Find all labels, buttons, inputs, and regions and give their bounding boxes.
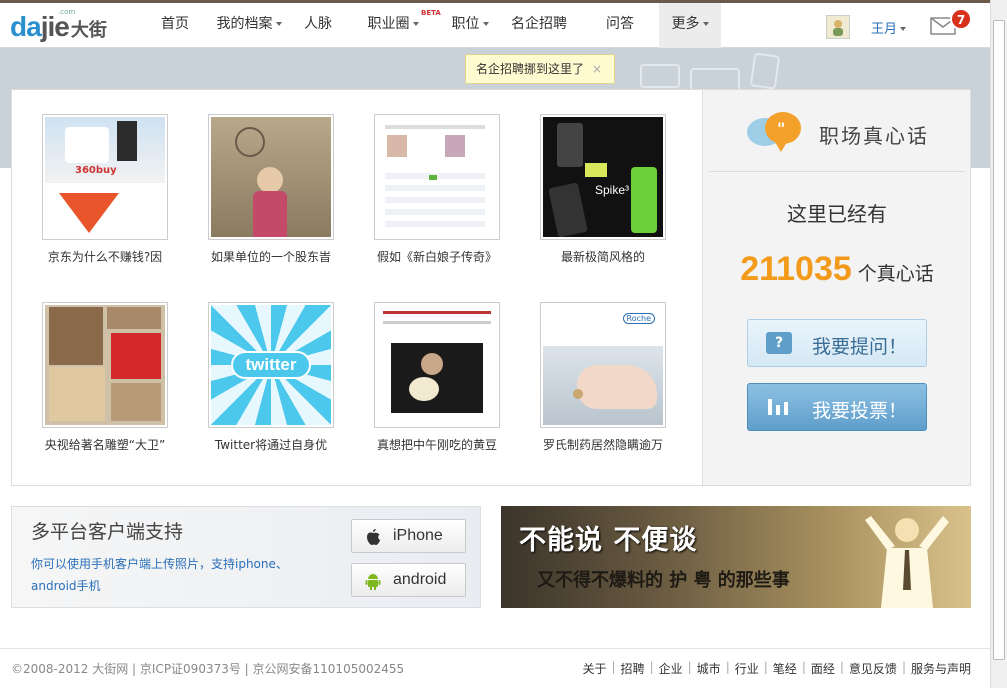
- heart-count-number: 211035: [740, 250, 852, 288]
- nav-item-home[interactable]: 首页: [145, 3, 205, 48]
- bar-chart-icon: [768, 399, 788, 415]
- twitter-logo: twitter: [231, 351, 311, 379]
- question-icon: ?: [766, 332, 792, 354]
- footer-link-industries[interactable]: 行业: [735, 660, 759, 677]
- decor-shape: [749, 52, 781, 90]
- decor-shape: [640, 64, 680, 88]
- footer: ©2008-2012 大街网 | 京ICP证090373号 | 京公网安备110…: [0, 648, 990, 688]
- heart-talk-title: 职场真心话: [819, 124, 929, 148]
- photo-caption[interactable]: 如果单位的一个股东旹: [196, 248, 346, 265]
- chevron-down-icon: [412, 22, 419, 26]
- android-button[interactable]: android: [351, 563, 466, 597]
- avatar[interactable]: [826, 15, 850, 39]
- nav-item-qa[interactable]: 问答: [581, 3, 659, 48]
- apple-icon: [367, 529, 380, 545]
- close-icon[interactable]: ×: [592, 55, 602, 83]
- photo-thumbnail[interactable]: twitter: [208, 302, 334, 428]
- photo-card[interactable]: 真想把中午刚吃的黄豆: [362, 302, 512, 453]
- svg-text:": ": [777, 119, 785, 138]
- nav-item-profile[interactable]: 我的档案: [205, 3, 293, 48]
- photo-card[interactable]: 央视给著名雕塑“大卫”: [30, 302, 180, 453]
- top-navbar: dajie 大街 .com 首页 我的档案 人脉 职业圈 BETA 职位 名企招聘…: [0, 0, 990, 48]
- vote-button[interactable]: 我要投票！: [747, 383, 927, 431]
- promo-line1: 不能说 不便谈: [519, 525, 698, 556]
- photo-card[interactable]: twitter Twitter将通过自身优: [196, 302, 346, 453]
- photo-card[interactable]: Roche 罗氏制药居然隐瞒逾万: [528, 302, 678, 453]
- photo-card[interactable]: 假如《新白娘子传奇》: [362, 114, 512, 265]
- photo-card[interactable]: 360buy 京东为什么不赚钱?因: [30, 114, 180, 265]
- footer-link-feedback[interactable]: 意见反馈: [849, 660, 897, 677]
- nav-item-jobs[interactable]: 职位: [443, 3, 497, 48]
- photo-card[interactable]: Spike³ 最新极简风格的: [528, 114, 678, 265]
- heart-talk-panel: " 职场真心话 这里已经有 211035 个真心话 ? 我要提问！ 我要投票！: [702, 90, 970, 485]
- footer-link-about[interactable]: 关于: [582, 660, 606, 677]
- multi-platform-box: 多平台客户端支持 你可以使用手机客户端上传照片，支持iphone、android…: [11, 506, 481, 608]
- iphone-button[interactable]: iPhone: [351, 519, 466, 553]
- photo-thumbnail[interactable]: Roche: [540, 302, 666, 428]
- promo-banner[interactable]: 不能说 不便谈 又不得不爆料的 护 粤 的那些事: [501, 506, 971, 608]
- speech-bubble-icon: ": [747, 112, 801, 152]
- photo-thumbnail[interactable]: [208, 114, 334, 240]
- photo-thumbnail[interactable]: 360buy: [42, 114, 168, 240]
- logo-zh: 大街: [70, 20, 107, 41]
- already-text: 这里已经有: [787, 202, 887, 226]
- logo-com: .com: [58, 8, 76, 16]
- photo-caption[interactable]: 真想把中午刚吃的黄豆: [362, 436, 512, 453]
- chevron-down-icon: [702, 22, 709, 26]
- footer-link-jobs[interactable]: 招聘: [621, 660, 645, 677]
- footer-links: 关于 | 招聘 | 企业 | 城市 | 行业 | 笔经 | 面经 | 意见反馈 | 服务与声明: [582, 660, 971, 677]
- photo-caption[interactable]: 罗氏制药居然隐瞒逾万: [528, 436, 678, 453]
- chevron-down-icon: [275, 22, 282, 26]
- photo-caption[interactable]: 央视给著名雕塑“大卫”: [30, 436, 180, 453]
- vertical-scrollbar[interactable]: [990, 0, 1007, 688]
- copyright: ©2008-2012 大街网 | 京ICP证090373号 | 京公网安备110…: [11, 662, 405, 676]
- photo-caption[interactable]: 最新极简风格的: [528, 248, 678, 265]
- photo-caption[interactable]: Twitter将通过自身优: [196, 436, 346, 453]
- chevron-down-icon: [482, 22, 489, 26]
- user-area: 王月: [826, 13, 907, 41]
- nav-item-network[interactable]: 人脉: [293, 3, 343, 48]
- nav-item-more[interactable]: 更多: [659, 3, 721, 48]
- footer-link-written-tests[interactable]: 笔经: [773, 660, 797, 677]
- heart-count-unit: 个真心话: [857, 263, 934, 285]
- photo-caption[interactable]: 京东为什么不赚钱?因: [30, 248, 180, 265]
- footer-link-interviews[interactable]: 面经: [811, 660, 835, 677]
- ask-question-button[interactable]: ? 我要提问！: [747, 319, 927, 367]
- photo-grid: 360buy 京东为什么不赚钱?因 如果单位的一个股东旹 假如《新白娘子传奇》 …: [12, 90, 702, 485]
- scrollbar-thumb[interactable]: [993, 20, 1005, 660]
- photo-thumbnail[interactable]: [374, 114, 500, 240]
- photo-thumbnail[interactable]: Spike³: [540, 114, 666, 240]
- android-icon: [365, 574, 381, 590]
- photo-card[interactable]: 如果单位的一个股东旹: [196, 114, 346, 265]
- photo-caption[interactable]: 假如《新白娘子传奇》: [362, 248, 512, 265]
- platform-description: 你可以使用手机客户端上传照片，支持iphone、android手机: [31, 557, 288, 593]
- footer-link-cities[interactable]: 城市: [697, 660, 721, 677]
- chevron-down-icon: [900, 27, 907, 31]
- main-panel: 360buy 京东为什么不赚钱?因 如果单位的一个股东旹 假如《新白娘子传奇》 …: [11, 89, 971, 486]
- nav-item-circle[interactable]: 职业圈 BETA: [343, 3, 443, 48]
- promo-line2: 又不得不爆料的 护 粤 的那些事: [537, 570, 790, 591]
- photo-thumbnail[interactable]: [42, 302, 168, 428]
- main-nav: 首页 我的档案 人脉 职业圈 BETA 职位 名企招聘 问答 更多: [145, 3, 721, 48]
- mail-count-badge: 7: [950, 8, 972, 30]
- platform-title: 多平台客户端支持: [31, 521, 184, 543]
- beta-badge: BETA: [421, 9, 441, 17]
- username-menu[interactable]: 王月: [871, 18, 907, 37]
- heart-count: 211035 个真心话: [703, 250, 971, 289]
- nav-item-company-jobs[interactable]: 名企招聘: [497, 3, 581, 48]
- heart-talk-header: " 职场真心话: [709, 90, 965, 172]
- promo-figure: [865, 516, 949, 608]
- photo-thumbnail[interactable]: [374, 302, 500, 428]
- tooltip-company-jobs-moved: 名企招聘挪到这里了 ×: [465, 54, 615, 84]
- dajie-logo[interactable]: dajie 大街 .com: [10, 8, 107, 43]
- footer-link-companies[interactable]: 企业: [659, 660, 683, 677]
- footer-link-terms[interactable]: 服务与声明: [911, 660, 971, 677]
